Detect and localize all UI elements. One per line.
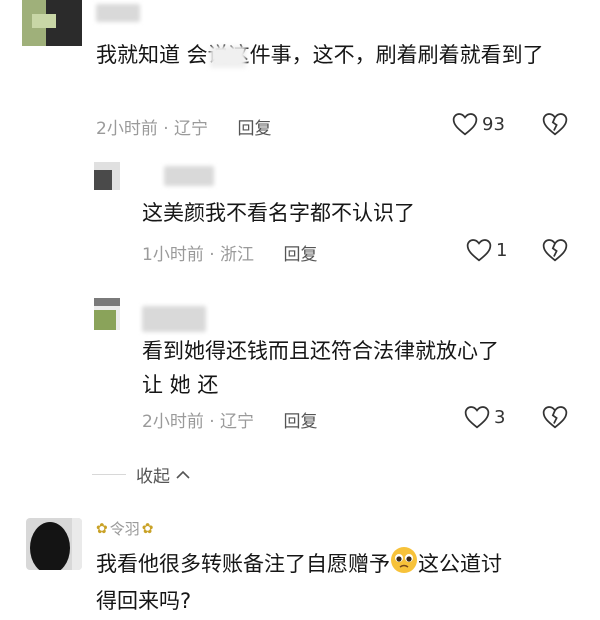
avatar[interactable] <box>94 162 120 190</box>
collapse-divider <box>92 474 126 475</box>
comment-location: 辽宁 <box>174 119 209 139</box>
reply-time: 2小时前 <box>142 412 204 432</box>
reply-location: 辽宁 <box>220 412 255 432</box>
heart-icon <box>466 239 492 262</box>
bee-icon: ✿ <box>96 520 108 537</box>
collapse-label: 收起 <box>136 467 170 487</box>
comment-meta: 2小时前 · 辽宁 回复 <box>96 119 272 139</box>
avatar-image <box>94 162 120 190</box>
avatar[interactable] <box>94 298 120 330</box>
username-redacted <box>96 4 140 22</box>
comment-time: 2小时前 <box>96 119 158 139</box>
redacted-name-inline <box>210 46 246 68</box>
comment-text: 我看他很多转账备注了自愿赠予 这公道讨 得回来吗? <box>96 546 576 618</box>
like-count: 93 <box>482 113 505 135</box>
reply-button[interactable]: 回复 <box>283 412 317 432</box>
username-redacted <box>142 306 206 332</box>
reply-text-line2: 让 她 还 <box>142 373 219 397</box>
like-count: 3 <box>494 406 506 428</box>
reply-text: 看到她得还钱而且还符合法律就放心了 让 她 还 <box>142 334 572 402</box>
broken-heart-icon <box>542 406 568 429</box>
comment-text-line2: 得回来吗? <box>96 589 192 613</box>
avatar[interactable] <box>22 0 82 46</box>
dislike-button[interactable] <box>542 112 568 140</box>
reply-time: 1小时前 <box>142 245 204 265</box>
avatar-image <box>94 298 120 330</box>
avatar[interactable] <box>26 518 82 570</box>
comment-text: 我就知道 会说这件事，这不，刷着刷着就看到了 <box>96 43 544 67</box>
collapse-button[interactable]: 收起 <box>136 462 192 487</box>
username[interactable]: ✿ 令羽 ✿ <box>96 518 153 539</box>
username-redacted <box>164 166 214 186</box>
reply-text: 这美颜我不看名字都不认识了 <box>142 201 415 225</box>
bee-icon: ✿ <box>141 520 154 537</box>
reply-button[interactable]: 回复 <box>283 245 317 265</box>
reply-location: 浙江 <box>220 245 255 265</box>
reply-meta: 1小时前 · 浙江 回复 <box>142 245 318 265</box>
dislike-button[interactable] <box>542 238 568 266</box>
chevron-up-icon <box>176 470 190 479</box>
heart-icon <box>452 113 478 136</box>
reply-text-line1: 看到她得还钱而且还符合法律就放心了 <box>142 339 499 363</box>
like-button[interactable]: 3 <box>464 405 505 429</box>
heart-icon <box>464 406 490 429</box>
broken-heart-icon <box>542 239 568 262</box>
like-button[interactable]: 1 <box>466 238 507 262</box>
like-count: 1 <box>496 239 508 261</box>
reply-meta: 2小时前 · 辽宁 回复 <box>142 412 318 432</box>
dislike-button[interactable] <box>542 405 568 433</box>
pleading-face-emoji <box>390 546 418 584</box>
broken-heart-icon <box>542 113 568 136</box>
reply-button[interactable]: 回复 <box>237 119 271 139</box>
avatar-image <box>26 518 82 570</box>
like-button[interactable]: 93 <box>452 112 505 136</box>
avatar-image <box>22 0 82 46</box>
